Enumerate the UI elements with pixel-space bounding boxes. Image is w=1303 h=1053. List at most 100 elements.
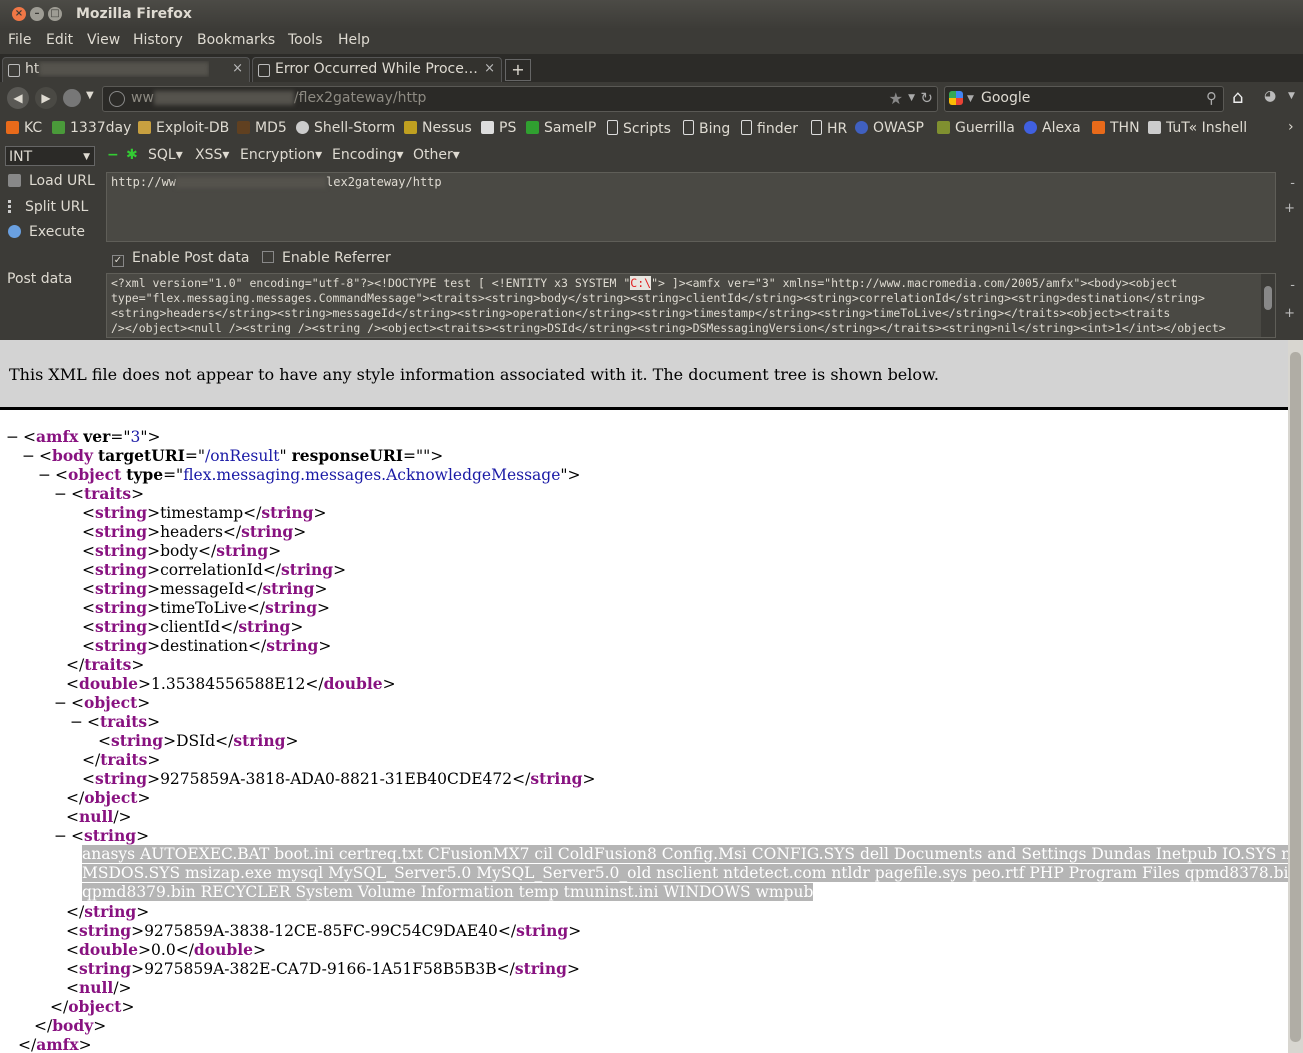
post-line: /></object><null /><string /><string /><… (111, 321, 1226, 335)
collapse-icon[interactable]: − (70, 713, 83, 731)
collapse-icon[interactable]: − (54, 694, 67, 712)
selected-text[interactable]: MSDOS.SYS msizap.exe mysql MySQL_Server5… (82, 864, 1288, 882)
bookmark-tut-inshell[interactable]: TuT« Inshell (1148, 120, 1247, 136)
bookmark-alexa[interactable]: Alexa (1024, 120, 1081, 136)
increment-icon[interactable]: ✱ (126, 147, 138, 163)
load-url-button[interactable]: Load URL (8, 173, 95, 189)
back-button[interactable]: ◀ (7, 87, 29, 109)
url-prefix: http://ww (111, 175, 177, 189)
bookmark-label: HR (827, 121, 848, 137)
hackbar-url-field[interactable]: http://ww lex2gateway/http (106, 172, 1276, 242)
post-scrollbar[interactable] (1261, 274, 1275, 337)
menu-sql[interactable]: SQL▾ (148, 147, 183, 163)
reload-icon[interactable]: ↻ (920, 89, 933, 107)
xml-line: </body> (34, 1016, 107, 1035)
expand-icon[interactable]: + (1284, 306, 1295, 321)
bookmark-md5[interactable]: MD5 (237, 120, 287, 136)
bookmark-shell-storm[interactable]: Shell-Storm (296, 120, 395, 136)
page-icon (811, 120, 822, 135)
menu-tools[interactable]: Tools (288, 32, 323, 48)
collapse-icon[interactable]: − (22, 447, 35, 465)
bookmark-bing[interactable]: Bing (683, 120, 730, 137)
bookmark-ps[interactable]: PS (481, 120, 516, 136)
tab-error[interactable]: Error Occurred While Proce… × (252, 57, 502, 82)
bookmark-owasp[interactable]: OWASP (855, 120, 924, 136)
bookmark-thn[interactable]: THN (1092, 120, 1140, 136)
execute-button[interactable]: Execute (8, 224, 85, 240)
close-window-button[interactable]: × (12, 7, 26, 21)
bookmark-kc[interactable]: KC (6, 120, 42, 136)
chevron-down-icon[interactable]: ▼ (967, 94, 974, 104)
collapse-icon[interactable]: − (54, 485, 67, 503)
url-suffix: lex2gateway/http (326, 175, 442, 189)
xml-line: <string>timeToLive</string> (82, 598, 331, 617)
new-tab-button[interactable]: + (505, 59, 531, 81)
chevron-down-icon[interactable]: ▼ (908, 93, 915, 103)
url-bar[interactable]: ww/flex2gateway/http ★ ▼ ↻ (102, 86, 938, 112)
menu-view[interactable]: View (87, 32, 120, 48)
post-data-label: Post data (7, 271, 73, 287)
collapse-icon[interactable]: − (6, 428, 19, 446)
bookmarks-overflow-icon[interactable]: › (1288, 119, 1294, 135)
close-tab-icon[interactable]: × (232, 61, 243, 76)
expand-icon[interactable]: + (1284, 201, 1295, 216)
search-icon[interactable]: ⚲ (1206, 89, 1217, 107)
maximize-window-button[interactable]: □ (48, 7, 62, 21)
menu-history[interactable]: History (133, 32, 183, 48)
selected-text[interactable]: qpmd8379.bin RECYCLER System Volume Info… (82, 883, 814, 901)
bookmark-label: Nessus (422, 120, 472, 136)
search-input[interactable]: Google (981, 90, 1030, 106)
post-data-field[interactable]: <?xml version="1.0" encoding="utf-8"?><!… (106, 273, 1276, 338)
bookmark-nessus[interactable]: Nessus (404, 120, 472, 136)
shrink-icon[interactable]: - (1290, 278, 1295, 293)
menu-xss[interactable]: XSS▾ (195, 147, 229, 163)
forward-button[interactable]: ▶ (35, 87, 57, 109)
menu-other[interactable]: Other▾ (413, 147, 460, 163)
chevron-down-icon: ▼ (83, 152, 90, 162)
site-identity-icon[interactable] (109, 91, 125, 107)
addon-icon[interactable]: ◕ (1264, 88, 1276, 104)
menu-bookmarks[interactable]: Bookmarks (197, 32, 275, 48)
bookmark-label: Alexa (1042, 120, 1081, 136)
post-line: <?xml version="1.0" encoding="utf-8"?><!… (111, 276, 631, 290)
home-icon[interactable]: ⌂ (1232, 87, 1243, 108)
shrink-icon[interactable]: - (1290, 176, 1295, 191)
close-tab-icon[interactable]: × (484, 61, 495, 76)
menu-help[interactable]: Help (338, 32, 370, 48)
menu-edit[interactable]: Edit (46, 32, 73, 48)
chevron-down-icon[interactable]: ▼ (1288, 91, 1295, 101)
bookmark-finder[interactable]: finder (741, 120, 798, 137)
menu-encoding[interactable]: Encoding▾ (332, 147, 404, 163)
bookmark-sameip[interactable]: SameIP (526, 120, 596, 136)
scroll-thumb[interactable] (1290, 352, 1301, 1042)
xml-line: <string>headers</string> (82, 522, 307, 541)
menu-encryption[interactable]: Encryption▾ (240, 147, 322, 163)
enable-referrer-label: Enable Referrer (282, 250, 391, 266)
collapse-icon[interactable]: − (38, 466, 51, 484)
scroll-thumb[interactable] (1264, 286, 1272, 310)
tab-active[interactable]: ht × (2, 57, 250, 82)
chevron-down-icon[interactable]: ▼ (86, 90, 94, 101)
globe-icon[interactable] (63, 89, 81, 107)
menu-file[interactable]: File (8, 32, 31, 48)
bookmark-1337day[interactable]: 1337day (52, 120, 131, 136)
xml-line: <double>1.35384556588E12</double> (66, 674, 396, 693)
type-select[interactable]: INT ▼ (5, 146, 95, 166)
collapse-icon[interactable]: − (54, 827, 67, 845)
minimize-window-button[interactable]: – (30, 7, 44, 21)
guerrilla-icon (937, 121, 950, 134)
bookmark-scripts[interactable]: Scripts (607, 120, 671, 137)
enable-referrer-checkbox[interactable]: Enable Referrer (262, 250, 391, 266)
attr-value: 3 (130, 428, 141, 446)
search-bar[interactable]: ▼ Google ⚲ (944, 86, 1224, 112)
bookmark-guerrilla[interactable]: Guerrilla (937, 120, 1015, 136)
bookmark-star-icon[interactable]: ★ (889, 89, 903, 108)
decrement-icon[interactable]: − (107, 147, 119, 163)
page-icon (607, 120, 618, 135)
bookmark-exploit-db[interactable]: Exploit-DB (138, 120, 229, 136)
enable-post-checkbox[interactable]: ✓ Enable Post data (112, 250, 249, 267)
split-url-button[interactable]: Split URL (8, 199, 88, 215)
page-scrollbar[interactable] (1288, 340, 1303, 1053)
selected-text[interactable]: anasys AUTOEXEC.BAT boot.ini certreq.txt… (82, 845, 1288, 863)
bookmark-hr[interactable]: HR (811, 120, 847, 137)
